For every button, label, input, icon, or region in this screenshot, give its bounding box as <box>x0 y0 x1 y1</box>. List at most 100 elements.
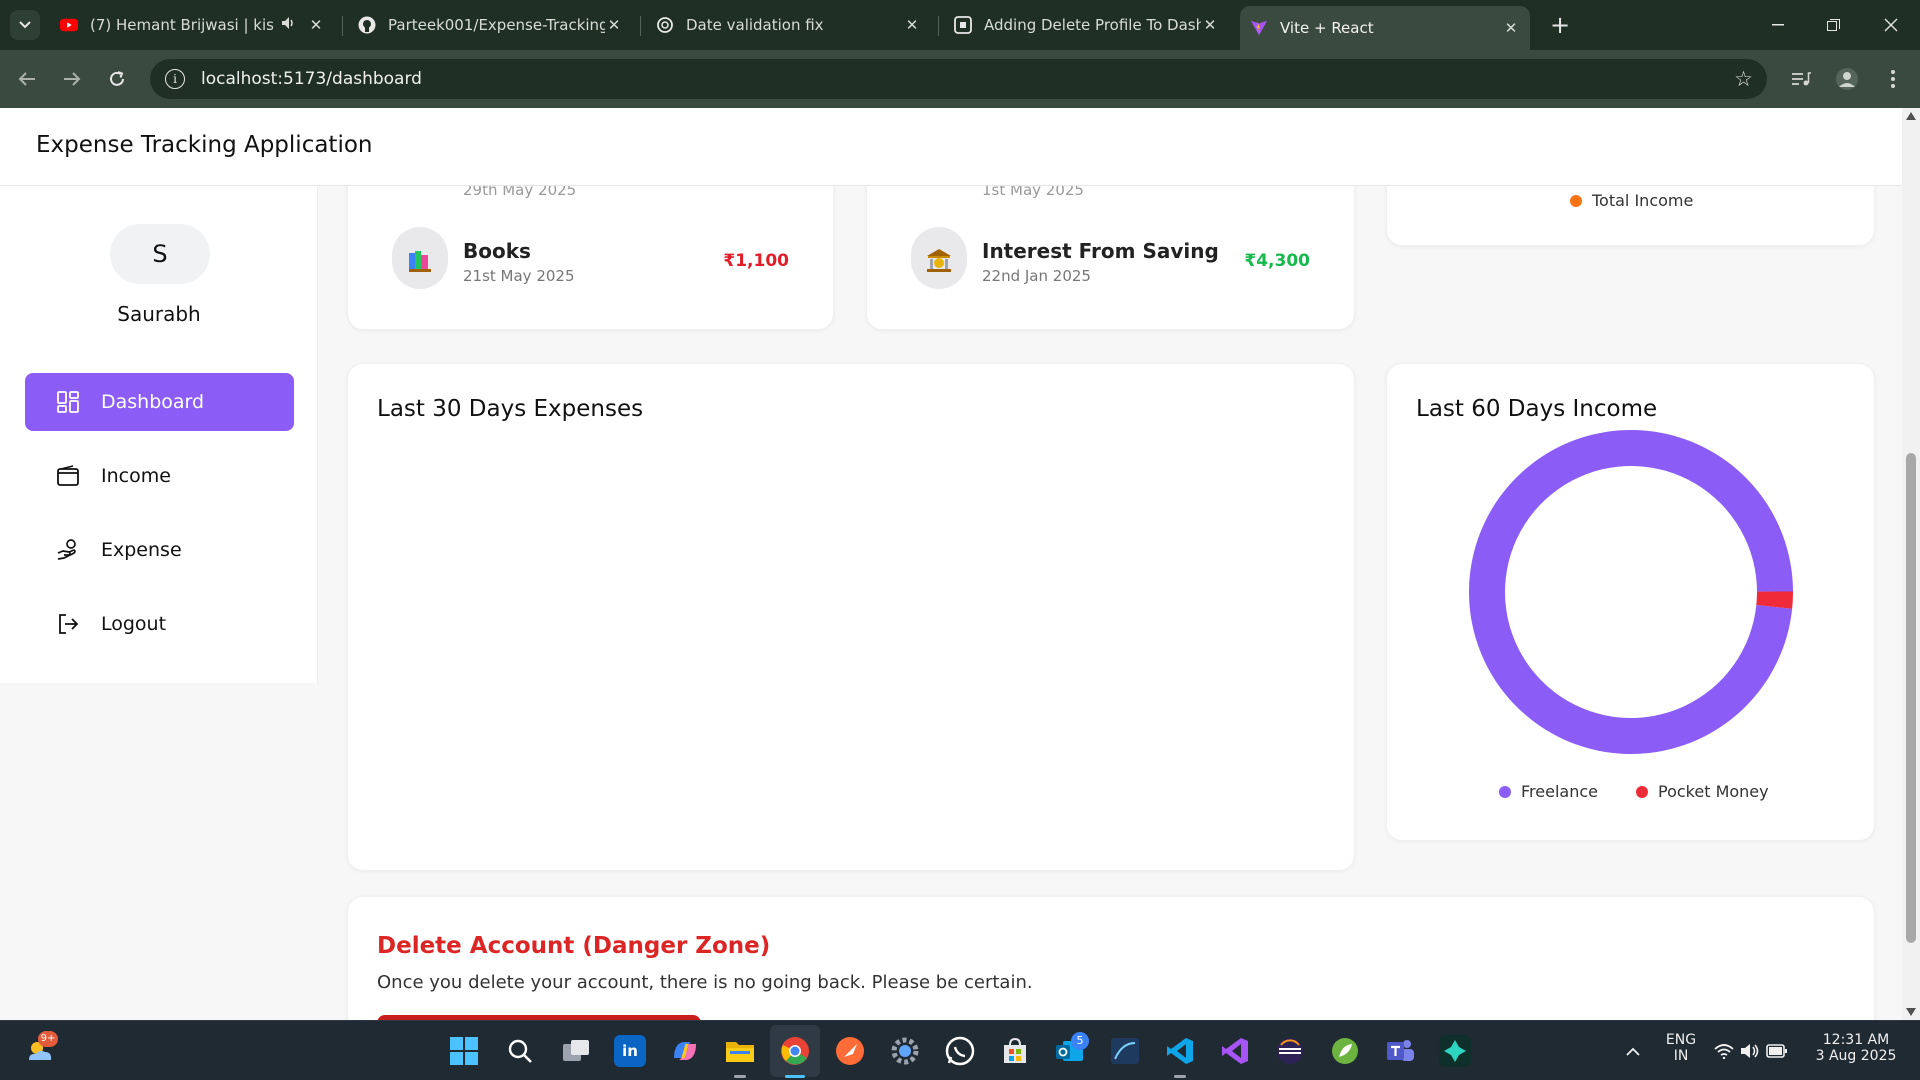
bank-icon <box>911 233 967 289</box>
github-icon <box>358 16 376 34</box>
close-tab-icon[interactable]: ✕ <box>605 16 623 34</box>
tab-title: Date validation fix <box>686 16 824 34</box>
clock-time: 12:31 AM <box>1822 1032 1890 1048</box>
tab-separator <box>342 16 343 36</box>
search-icon[interactable] <box>504 1035 536 1067</box>
close-tab-icon[interactable]: ✕ <box>307 16 325 34</box>
media-controls-icon[interactable] <box>1786 64 1816 94</box>
minimize-button[interactable] <box>1755 8 1801 42</box>
language-code: ENG <box>1665 1032 1697 1048</box>
legend-dot <box>1636 785 1648 798</box>
sidebar: S Saurabh Dashboard Income Expense Logou… <box>0 186 318 683</box>
donut-slice-freelance[interactable] <box>1469 430 1793 755</box>
page-viewport: Expense Tracking Application S Saurabh D… <box>0 108 1902 1020</box>
quick-settings[interactable] <box>1712 1035 1790 1067</box>
card-title: Last 60 Days Income <box>1416 396 1658 422</box>
battery-icon <box>1766 1044 1787 1058</box>
hand-coins-icon <box>55 537 81 563</box>
eclipse-icon[interactable] <box>1274 1035 1306 1067</box>
tab-separator <box>938 16 939 36</box>
wallet-icon <box>55 463 81 489</box>
legend-item-pocket-money: Pocket Money <box>1636 782 1769 801</box>
profile-avatar-icon[interactable] <box>1832 64 1862 94</box>
active-indicator <box>785 1075 805 1078</box>
legend-item-freelance: Freelance <box>1499 782 1598 801</box>
teams-icon[interactable] <box>1384 1035 1416 1067</box>
microsoft-store-icon[interactable] <box>999 1035 1031 1067</box>
page-scrollbar[interactable] <box>1902 108 1920 1020</box>
task-view-icon[interactable] <box>560 1035 592 1067</box>
app-header: Expense Tracking Application <box>0 108 1902 186</box>
site-info-icon[interactable]: i <box>165 69 185 89</box>
sidebar-item-label: Logout <box>101 613 167 635</box>
copilot-icon[interactable] <box>669 1035 701 1067</box>
clock[interactable]: 12:31 AM 3 Aug 2025 <box>1812 1032 1900 1064</box>
transaction-row[interactable]: Interest From Saving 22nd Jan 2025 ₹4,30… <box>911 233 1310 289</box>
restore-icon <box>1826 18 1840 31</box>
legend-dot <box>1499 785 1511 798</box>
browser-tab-vite[interactable]: Vite + React ✕ <box>1240 6 1530 50</box>
browser-tab-codex[interactable]: Adding Delete Profile To Dashb ✕ <box>944 8 1229 42</box>
vite-icon <box>1250 19 1268 37</box>
tab-separator <box>640 16 641 36</box>
bookmark-star-icon[interactable]: ☆ <box>1734 67 1753 91</box>
income-donut-chart <box>1469 430 1793 755</box>
reload-icon <box>110 71 124 86</box>
last-60-days-income-card: Last 60 Days Income Freelance Pocket Mon… <box>1386 363 1875 841</box>
close-window-button[interactable] <box>1868 8 1914 42</box>
mysql-workbench-icon[interactable] <box>1109 1035 1141 1067</box>
settings-gear-icon[interactable] <box>889 1035 921 1067</box>
scroll-up-arrow-icon[interactable] <box>1906 112 1916 120</box>
whatsapp-icon[interactable] <box>944 1035 976 1067</box>
tab-title: Adding Delete Profile To Dashb <box>984 16 1201 34</box>
browser-tab-strip: (7) Hemant Brijwasi | kishori ✕ Parteek0… <box>0 0 1920 50</box>
transaction-name: Books <box>463 239 531 263</box>
spring-tools-icon[interactable] <box>1329 1035 1361 1067</box>
minimize-icon <box>1772 24 1784 26</box>
legend-label: Total Income <box>1592 191 1694 210</box>
postman-icon[interactable] <box>834 1035 866 1067</box>
dashboard-grid-icon <box>55 389 81 415</box>
sidebar-item-income[interactable]: Income <box>25 447 294 505</box>
danger-zone-card: Delete Account (Danger Zone) Once you de… <box>347 896 1875 1020</box>
forward-button[interactable] <box>55 62 89 96</box>
back-button[interactable] <box>10 62 44 96</box>
address-url[interactable]: localhost:5173/dashboard <box>201 69 422 89</box>
transaction-amount: ₹4,300 <box>1244 251 1310 271</box>
chevron-up-icon[interactable] <box>1617 1035 1649 1067</box>
scrollbar-thumb[interactable] <box>1906 453 1916 943</box>
browser-menu-icon[interactable] <box>1878 64 1908 94</box>
language-indicator[interactable]: ENG IN <box>1660 1032 1702 1064</box>
windows-start-icon[interactable] <box>448 1035 480 1067</box>
windows-taskbar: 9+ in 5 ENG IN 12:31 AM 3 Aug 2025 <box>0 1020 1920 1080</box>
cursor-editor-icon[interactable] <box>1439 1035 1471 1067</box>
chrome-icon[interactable] <box>779 1035 811 1067</box>
close-tab-icon[interactable]: ✕ <box>903 16 921 34</box>
app-title: Expense Tracking Application <box>36 132 373 158</box>
browser-tab-youtube[interactable]: (7) Hemant Brijwasi | kishori ✕ <box>50 8 335 42</box>
close-tab-icon[interactable]: ✕ <box>1502 19 1520 37</box>
visual-studio-icon[interactable] <box>1219 1035 1251 1067</box>
avatar: S <box>110 224 210 284</box>
running-indicator <box>734 1075 746 1078</box>
tab-search-button[interactable] <box>10 10 40 40</box>
danger-zone-title: Delete Account (Danger Zone) <box>377 933 771 959</box>
vscode-icon[interactable] <box>1164 1035 1196 1067</box>
clock-date: 3 Aug 2025 <box>1815 1048 1897 1064</box>
browser-tab-chatgpt[interactable]: Date validation fix ✕ <box>646 8 931 42</box>
sidebar-item-expense[interactable]: Expense <box>25 521 294 579</box>
speaker-icon[interactable] <box>281 16 299 34</box>
file-explorer-icon[interactable] <box>724 1035 756 1067</box>
new-tab-button[interactable]: + <box>1545 10 1575 40</box>
sidebar-item-logout[interactable]: Logout <box>25 595 294 653</box>
close-tab-icon[interactable]: ✕ <box>1201 16 1219 34</box>
linkedin-icon[interactable]: in <box>614 1035 646 1067</box>
restore-button[interactable] <box>1810 8 1856 42</box>
transaction-row[interactable]: Books 21st May 2025 ₹1,100 <box>392 233 789 289</box>
scroll-down-arrow-icon[interactable] <box>1906 1008 1916 1016</box>
region-code: IN <box>1673 1048 1689 1064</box>
sidebar-item-dashboard[interactable]: Dashboard <box>25 373 294 431</box>
address-bar[interactable]: i localhost:5173/dashboard ☆ <box>150 59 1767 99</box>
reload-button[interactable] <box>100 62 134 96</box>
browser-tab-github[interactable]: Parteek001/Expense-Tracking-A ✕ <box>348 8 633 42</box>
